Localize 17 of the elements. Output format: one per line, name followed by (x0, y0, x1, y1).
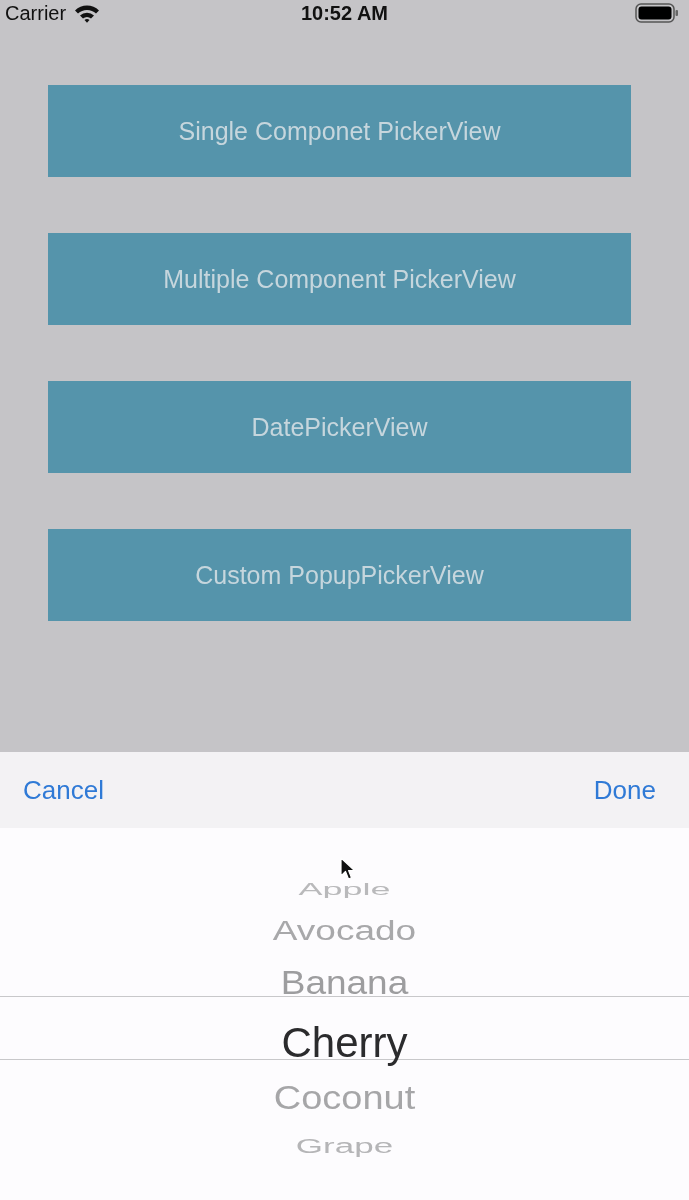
picker-demo-button[interactable]: Custom PopupPickerView (48, 529, 631, 621)
picker-item[interactable]: Avocado (272, 915, 417, 947)
picker-item[interactable]: Coconut (273, 1081, 416, 1117)
done-button[interactable]: Done (590, 772, 659, 808)
status-time: 10:52 AM (300, 1, 389, 25)
mouse-pointer-icon (340, 857, 356, 881)
picker-item[interactable]: Apple (298, 881, 391, 899)
battery-icon (635, 3, 679, 23)
picker-demo-button[interactable]: DatePickerView (48, 381, 631, 473)
picker-item[interactable]: Grape (295, 1134, 394, 1158)
cancel-button[interactable]: Cancel (20, 772, 107, 808)
picker-item[interactable]: Cherry (281, 1019, 408, 1067)
wifi-icon (74, 3, 101, 23)
picker-demo-button[interactable]: Single Componet PickerView (48, 85, 631, 177)
picker-demo-button[interactable]: Multiple Component PickerView (48, 233, 631, 325)
carrier-label: Carrier (5, 1, 67, 25)
picker-item[interactable]: Banana (280, 964, 409, 1002)
